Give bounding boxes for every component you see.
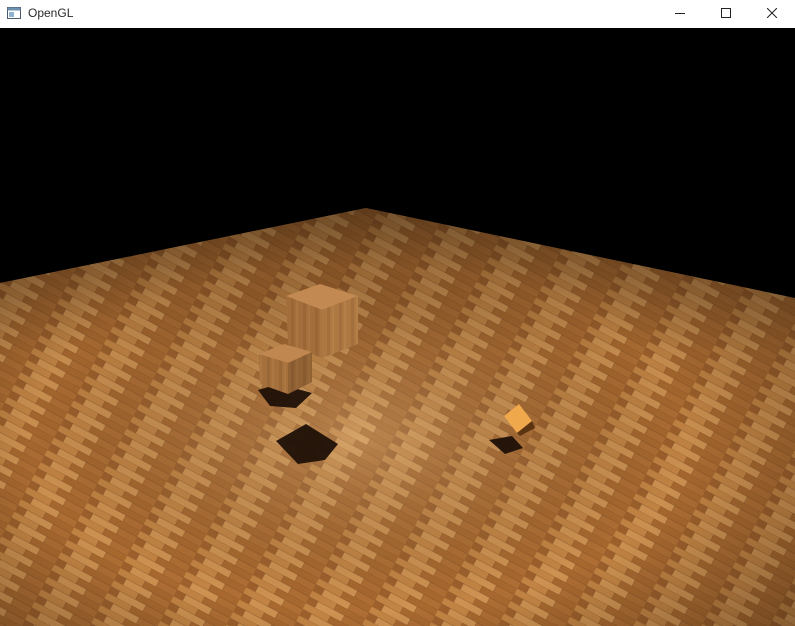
opengl-window: OpenGL (0, 0, 795, 626)
caption-buttons (657, 0, 795, 26)
title-bar[interactable]: OpenGL (0, 0, 795, 26)
large-wooden-cube (286, 284, 358, 358)
close-icon (767, 8, 777, 18)
opengl-render-viewport[interactable] (0, 28, 795, 626)
window-title: OpenGL (28, 6, 74, 20)
3d-scene (0, 208, 795, 626)
opengl-app-icon (7, 6, 21, 20)
minimize-button[interactable] (657, 0, 703, 26)
maximize-icon (721, 8, 731, 18)
minimize-icon (675, 13, 685, 14)
maximize-button[interactable] (703, 0, 749, 26)
close-button[interactable] (749, 0, 795, 26)
